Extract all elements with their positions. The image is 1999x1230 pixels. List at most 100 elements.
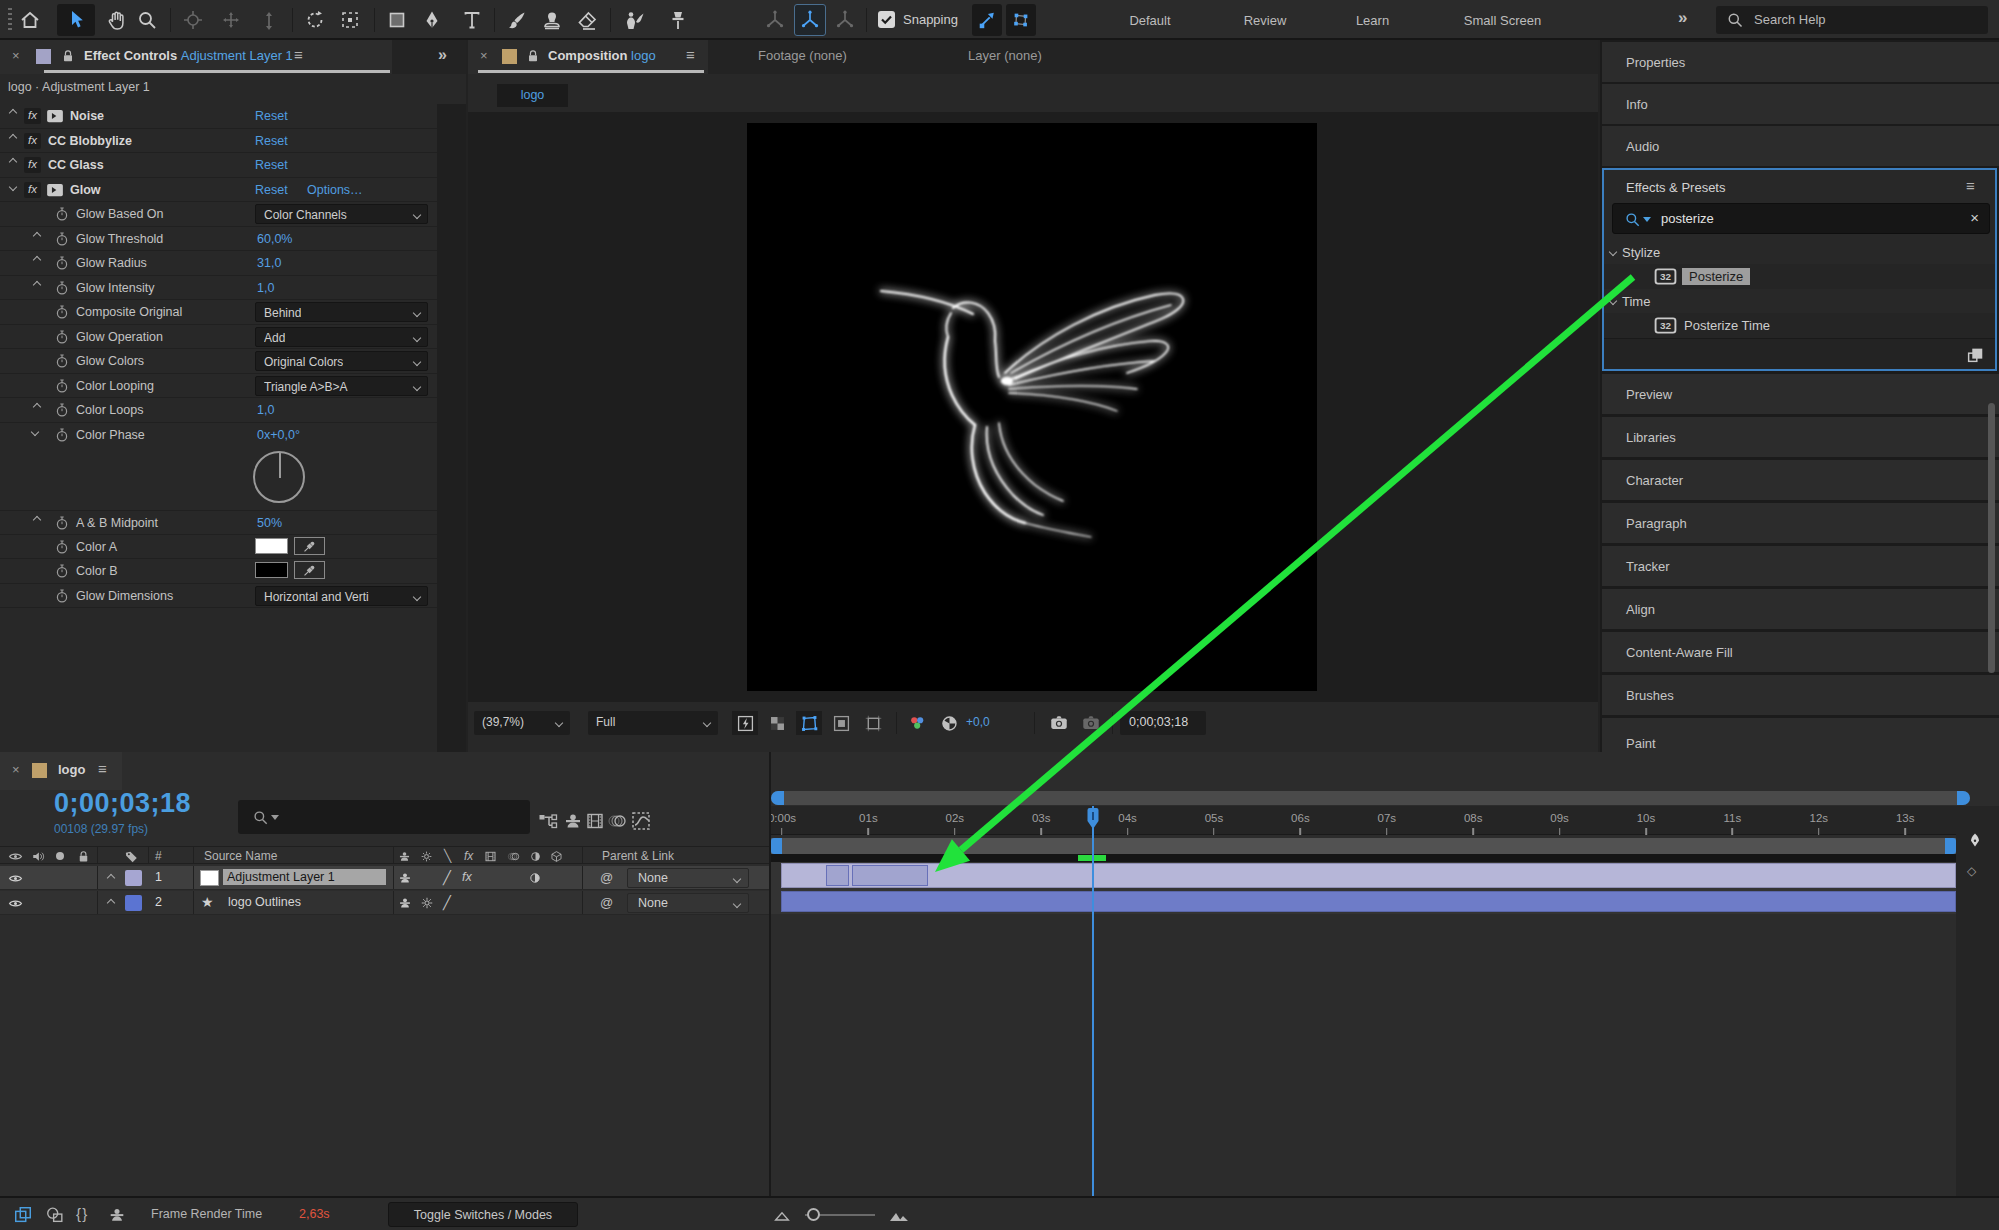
panel-brushes[interactable]: Brushes <box>1602 675 1999 715</box>
panel-paint[interactable]: Paint <box>1602 718 1999 752</box>
collapse-icon[interactable] <box>1609 297 1617 305</box>
work-area-end[interactable] <box>1945 838 1956 854</box>
timeline-search-box[interactable] <box>238 800 530 834</box>
new-panel-icon[interactable] <box>1965 345 1985 365</box>
stopwatch-icon[interactable] <box>55 589 69 603</box>
layer-bar-adjustment[interactable] <box>781 863 1956 888</box>
show-snapshot-icon[interactable] <box>1078 711 1104 735</box>
stopwatch-icon[interactable] <box>55 564 69 578</box>
eraser-tool[interactable] <box>571 4 603 36</box>
zoom-slider-knob[interactable] <box>807 1208 820 1221</box>
snap-edges-button[interactable] <box>972 4 1002 36</box>
transparency-grid-icon[interactable] <box>764 711 790 735</box>
panel-menu-icon[interactable]: ≡ <box>98 760 107 777</box>
stopwatch-icon[interactable] <box>55 403 69 417</box>
sketch-switch[interactable]: ╱ <box>443 870 451 885</box>
magnification-dropdown[interactable]: (39,7%) <box>474 711 570 735</box>
mask-visibility-icon[interactable] <box>796 711 822 735</box>
snapshot-icon[interactable] <box>1046 711 1072 735</box>
effects-presets-title[interactable]: Effects & Presets <box>1626 180 1725 195</box>
expressions-icon[interactable]: { } <box>76 1205 87 1222</box>
resolution-dropdown[interactable]: Full <box>588 711 718 735</box>
panel-libraries[interactable]: Libraries <box>1602 417 1999 457</box>
effects-group-stylize[interactable]: Stylize <box>1604 240 1995 264</box>
workspace-tab-review[interactable]: Review <box>1225 0 1305 40</box>
expand-icon[interactable] <box>9 133 17 141</box>
expand-icon[interactable] <box>9 158 17 166</box>
layer-name-selected[interactable]: Adjustment Layer 1 <box>223 869 386 885</box>
expand-icon[interactable] <box>33 256 41 264</box>
parent-dropdown[interactable]: None <box>627 893 749 913</box>
value[interactable]: 1,0 <box>257 281 274 295</box>
puppet-pin-tool[interactable] <box>662 4 694 36</box>
expand-icon[interactable] <box>33 280 41 288</box>
home-tool[interactable] <box>14 4 46 36</box>
color-b-swatch[interactable] <box>255 562 288 578</box>
effect-row-glow[interactable]: fx Glow Reset Options… <box>0 178 437 203</box>
hand-tool[interactable] <box>101 4 133 36</box>
panel-menu-icon[interactable]: ≡ <box>1966 177 1975 194</box>
camera-roi-tool[interactable] <box>334 4 366 36</box>
reset-link[interactable]: Reset <box>255 183 288 197</box>
navigator-end-handle[interactable] <box>1957 791 1970 805</box>
clone-stamp-tool[interactable] <box>536 4 568 36</box>
grid-guides-icon[interactable] <box>860 711 886 735</box>
effect-row-noise[interactable]: fx Noise Reset <box>0 104 437 129</box>
dolly-camera-tool[interactable] <box>253 4 285 36</box>
layer-label-color[interactable] <box>125 870 142 886</box>
time-ruler[interactable]: 0:00s 01s 02s 03s 04s 05s 06s 07s 08s 09… <box>771 806 1956 835</box>
panel-menu-icon[interactable]: ≡ <box>294 46 303 63</box>
timeline-tab[interactable]: × logo ≡ <box>0 752 122 790</box>
panel-paragraph[interactable]: Paragraph <box>1602 503 1999 543</box>
effects-group-time[interactable]: Time <box>1604 289 1995 313</box>
close-icon[interactable]: × <box>480 48 488 63</box>
effects-search-box[interactable]: posterize × <box>1612 203 1990 234</box>
view-axis-mode[interactable] <box>829 4 861 36</box>
shy-status-icon[interactable] <box>104 1203 130 1227</box>
local-axis-mode[interactable] <box>759 4 791 36</box>
color-phase-dial[interactable] <box>253 451 305 503</box>
panel-overflow-icon[interactable]: » <box>438 46 447 64</box>
layer-row-2[interactable]: 2 ★ logo Outlines ╱ @ None <box>0 891 769 915</box>
parent-dropdown[interactable]: None <box>627 868 749 888</box>
snap-features-button[interactable] <box>1006 4 1036 36</box>
shy-switch[interactable] <box>398 896 412 910</box>
fx-icon[interactable]: fx <box>24 182 41 198</box>
expand-icon[interactable] <box>107 874 115 882</box>
stopwatch-icon[interactable] <box>55 305 69 319</box>
pen-tool[interactable] <box>416 4 448 36</box>
panel-align[interactable]: Align <box>1602 589 1999 629</box>
effect-item-posterize[interactable]: Posterize <box>1604 264 1995 289</box>
zoom-tool[interactable] <box>131 4 163 36</box>
reset-link[interactable]: Reset <box>255 134 288 148</box>
roto-brush-tool[interactable] <box>618 4 650 36</box>
effect-item-posterize-time[interactable]: Posterize Time <box>1604 313 1995 338</box>
track-gutter-icon[interactable]: ◇ <box>1967 864 1976 878</box>
orbit-camera-tool[interactable] <box>177 4 209 36</box>
graph-editor-icon[interactable] <box>625 805 657 837</box>
shy-switch[interactable] <box>398 871 412 885</box>
toggle-switches-button[interactable]: Toggle Switches / Modes <box>388 1202 578 1227</box>
eyedropper-button[interactable] <box>294 561 325 579</box>
world-axis-mode[interactable] <box>794 4 826 36</box>
type-tool[interactable] <box>456 4 488 36</box>
expand-icon[interactable] <box>33 516 41 524</box>
playhead-line[interactable] <box>1092 806 1094 1196</box>
fast-previews-icon[interactable] <box>732 711 758 735</box>
brush-tool[interactable] <box>501 4 533 36</box>
expand-icon[interactable] <box>33 403 41 411</box>
stopwatch-icon[interactable] <box>55 379 69 393</box>
unlock-icon[interactable] <box>525 48 541 64</box>
navigator-start-handle[interactable] <box>771 791 784 805</box>
exposure-icon[interactable] <box>936 711 962 735</box>
value[interactable]: 60,0% <box>257 232 292 246</box>
channel-rgb-icon[interactable] <box>904 711 930 735</box>
timeline-current-time[interactable]: 0;00;03;18 <box>54 788 191 819</box>
render-frames-icon[interactable] <box>10 1203 36 1227</box>
expand-icon[interactable] <box>107 899 115 907</box>
composite-original-dropdown[interactable]: Behind <box>255 302 428 322</box>
comp-marker-bin-icon[interactable] <box>1967 832 1983 848</box>
parent-column-label[interactable]: Parent & Link <box>602 849 674 863</box>
panel-menu-icon[interactable]: ≡ <box>686 46 695 63</box>
value[interactable]: 31,0 <box>257 256 281 270</box>
